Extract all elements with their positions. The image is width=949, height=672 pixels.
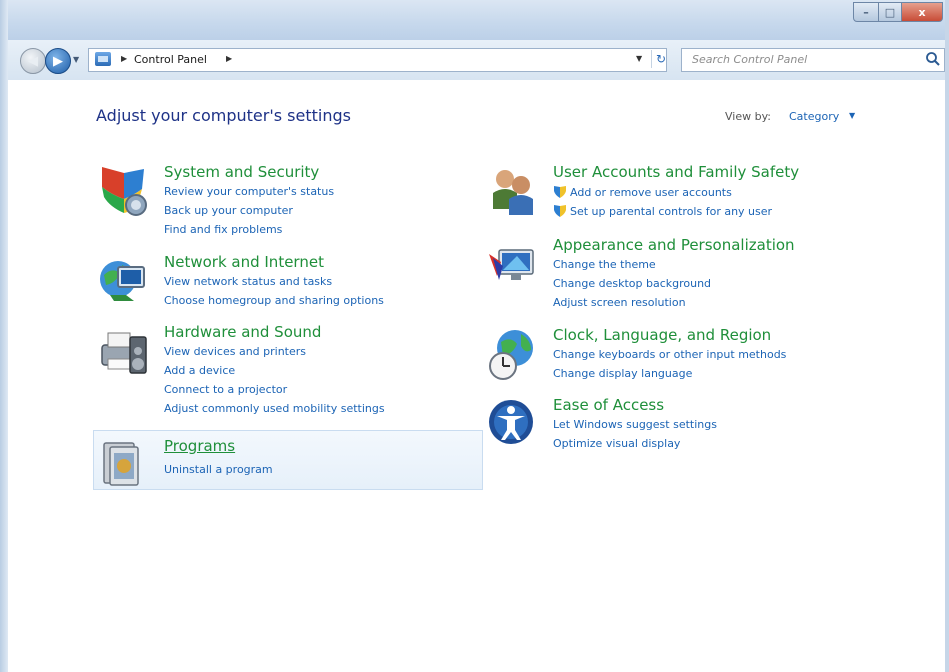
link-connect-projector[interactable]: Connect to a projector	[164, 383, 287, 396]
recent-pages-dropdown-icon[interactable]: ▼	[73, 55, 79, 64]
link-add-remove-accounts-label[interactable]: Add or remove user accounts	[570, 186, 732, 199]
back-arrow-icon: ◀	[28, 53, 38, 69]
forward-arrow-icon: ▶	[53, 53, 63, 69]
title-bar[interactable]: – □ x	[0, 0, 949, 40]
link-uninstall-program[interactable]: Uninstall a program	[164, 463, 273, 476]
search-input[interactable]: Search Control Panel	[692, 53, 807, 66]
breadcrumb-control-panel[interactable]: Control Panel	[134, 53, 207, 66]
control-panel-window: – □ x ◀ ▶ ▼ ▶ Control Panel ▶ ▼ ↻ Search…	[0, 0, 949, 672]
caption-buttons: – □ x	[853, 2, 943, 22]
category-title-system-security[interactable]: System and Security	[164, 163, 319, 181]
address-dropdown-icon[interactable]: ▼	[636, 54, 642, 63]
link-optimize-display[interactable]: Optimize visual display	[553, 437, 680, 450]
minimize-button[interactable]: –	[853, 2, 879, 22]
link-find-fix-problems[interactable]: Find and fix problems	[164, 223, 282, 236]
breadcrumb-chevron-icon[interactable]: ▶	[121, 54, 127, 63]
link-review-status[interactable]: Review your computer's status	[164, 185, 334, 198]
search-icon[interactable]	[924, 50, 942, 68]
uac-shield-icon	[554, 186, 566, 198]
window-frame-right	[945, 0, 949, 672]
back-button[interactable]: ◀	[20, 48, 46, 74]
view-by-dropdown[interactable]: Category	[789, 110, 839, 123]
printer-speaker-icon	[101, 332, 147, 374]
system-security-shield-icon	[102, 167, 147, 216]
uac-shield-icon	[554, 205, 566, 217]
link-add-remove-accounts[interactable]: Add or remove user accounts	[553, 185, 732, 199]
link-change-theme[interactable]: Change the theme	[553, 258, 656, 271]
programs-icon	[103, 442, 139, 486]
category-title-network-internet[interactable]: Network and Internet	[164, 253, 324, 271]
link-desktop-background[interactable]: Change desktop background	[553, 277, 711, 290]
search-box[interactable]: Search Control Panel	[681, 48, 945, 72]
view-by-label: View by:	[725, 110, 771, 123]
link-back-up[interactable]: Back up your computer	[164, 204, 293, 217]
breadcrumb-chevron-icon[interactable]: ▶	[226, 54, 232, 63]
control-panel-icon	[95, 52, 111, 66]
link-devices-printers[interactable]: View devices and printers	[164, 345, 306, 358]
category-title-appearance[interactable]: Appearance and Personalization	[553, 236, 795, 254]
link-network-status[interactable]: View network status and tasks	[164, 275, 332, 288]
category-title-programs[interactable]: Programs	[164, 437, 235, 455]
chevron-down-icon[interactable]: ▼	[849, 111, 855, 120]
link-add-device[interactable]: Add a device	[164, 364, 235, 377]
user-accounts-icon	[493, 170, 533, 215]
link-parental-controls-label[interactable]: Set up parental controls for any user	[570, 205, 772, 218]
category-title-ease-of-access[interactable]: Ease of Access	[553, 396, 664, 414]
appearance-monitor-icon	[489, 249, 534, 280]
ease-of-access-icon	[489, 400, 533, 444]
address-bar[interactable]: ▶ Control Panel ▶ ▼ ↻	[88, 48, 667, 72]
close-button[interactable]: x	[902, 2, 943, 22]
link-mobility-settings[interactable]: Adjust commonly used mobility settings	[164, 402, 385, 415]
clock-globe-icon	[489, 330, 533, 380]
refresh-icon[interactable]: ↻	[651, 50, 668, 68]
category-title-user-accounts[interactable]: User Accounts and Family Safety	[553, 163, 799, 181]
forward-button[interactable]: ▶	[45, 48, 71, 74]
link-keyboards-input[interactable]: Change keyboards or other input methods	[553, 348, 786, 361]
navigation-bar: ◀ ▶ ▼ ▶ Control Panel ▶ ▼ ↻ Search Contr…	[8, 40, 945, 80]
network-globe-icon	[100, 261, 145, 301]
page-title: Adjust your computer's settings	[96, 106, 351, 125]
maximize-button[interactable]: □	[879, 2, 902, 22]
link-display-language[interactable]: Change display language	[553, 367, 692, 380]
link-screen-resolution[interactable]: Adjust screen resolution	[553, 296, 686, 309]
link-parental-controls[interactable]: Set up parental controls for any user	[553, 204, 772, 218]
link-windows-suggest[interactable]: Let Windows suggest settings	[553, 418, 717, 431]
link-homegroup-sharing[interactable]: Choose homegroup and sharing options	[164, 294, 384, 307]
category-title-clock-language[interactable]: Clock, Language, and Region	[553, 326, 771, 344]
window-frame-left	[0, 0, 8, 672]
category-title-hardware-sound[interactable]: Hardware and Sound	[164, 323, 321, 341]
